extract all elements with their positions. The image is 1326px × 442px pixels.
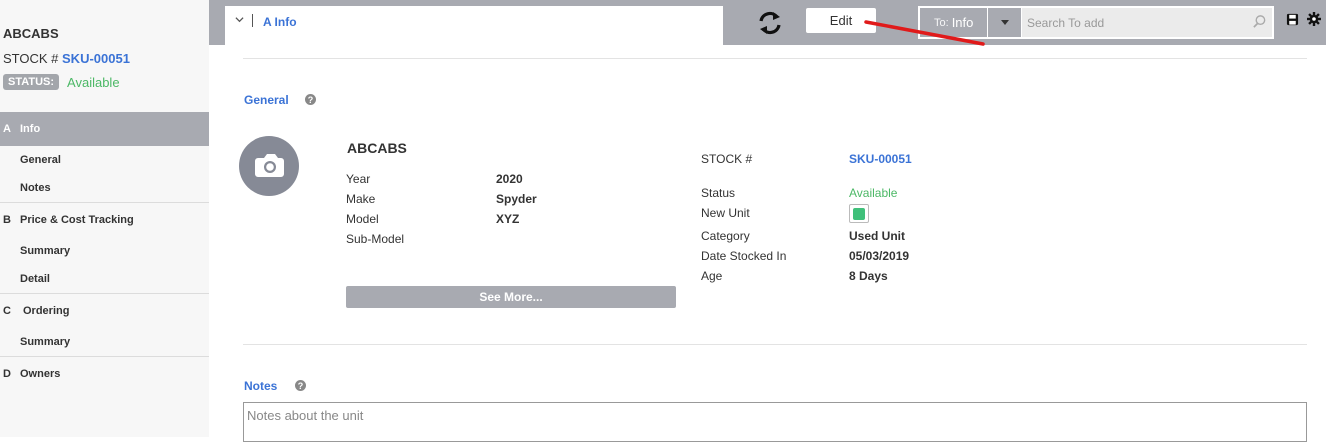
stock-line: STOCK # SKU-00051 (3, 51, 130, 66)
unit-name: ABCABS (3, 26, 59, 41)
nav-item-notes[interactable]: Notes (0, 174, 209, 202)
caret-down-icon (1000, 20, 1009, 25)
tab-separator (252, 14, 253, 27)
nav-label: Info (20, 123, 41, 135)
section-tab[interactable]: A Info (225, 6, 723, 45)
year-value: 2020 (496, 172, 523, 186)
sub-model-label: Sub-Model (346, 232, 405, 246)
to-value: Info (951, 15, 974, 30)
date-stocked-label: Date Stocked In (701, 249, 787, 263)
gear-icon[interactable] (1307, 12, 1321, 26)
save-icon[interactable] (1286, 13, 1299, 26)
nav-item-summary[interactable]: Summary (0, 237, 209, 265)
status-value: Available (849, 186, 898, 200)
to-prefix: To: (934, 16, 949, 29)
search-icon[interactable] (1252, 14, 1267, 29)
nav-item-general[interactable]: General (0, 146, 209, 174)
nav-item-detail[interactable]: Detail (0, 265, 209, 293)
tab-label[interactable]: A Info (263, 15, 297, 29)
unit-title: ABCABS (347, 140, 407, 156)
nav-label: Owners (20, 368, 61, 380)
edit-button[interactable]: Edit (806, 8, 876, 33)
status-badge: STATUS: (3, 74, 60, 90)
category-value: Used Unit (849, 229, 906, 243)
age-value: 8 Days (849, 269, 888, 283)
date-stocked-value: 05/03/2019 (849, 249, 910, 263)
nav-section-b: B Price & Cost Tracking Summary Detail (0, 203, 209, 294)
new-unit-checkbox[interactable] (849, 204, 869, 223)
nav-section-d: D Owners (0, 357, 209, 391)
make-label: Make (346, 192, 376, 206)
notes-section-title: Notes (244, 379, 278, 393)
help-icon[interactable]: ? (305, 94, 316, 105)
nav-item-ordering-summary[interactable]: Summary (0, 328, 209, 356)
divider (243, 344, 1307, 345)
nav-letter: C (3, 305, 11, 317)
general-section-title: General (244, 93, 289, 107)
nav-letter: D (3, 368, 11, 380)
nav-section-a: A Info General Notes (0, 112, 209, 203)
stock-label: STOCK # (701, 152, 753, 166)
add-search-bar: To: Info (918, 6, 1274, 39)
section-nav: A Info General Notes B Price & Cost Trac… (0, 112, 209, 391)
to-dropdown-button[interactable] (988, 8, 1021, 37)
see-more-button[interactable]: See More... (346, 286, 676, 308)
nav-section-ordering[interactable]: C Ordering (0, 294, 209, 328)
category-label: Category (701, 229, 750, 243)
nav-letter: A (3, 123, 11, 135)
checkbox-check (853, 207, 865, 220)
status-line: STATUS: Available (3, 74, 120, 90)
refresh-icon[interactable] (756, 9, 784, 37)
stock-value-link[interactable]: SKU-00051 (849, 152, 912, 166)
new-unit-label: New Unit (701, 206, 750, 220)
model-value: XYZ (496, 212, 520, 226)
camera-icon (255, 154, 284, 177)
status-value: Available (67, 74, 120, 90)
sidebar: ABCABS STOCK # SKU-00051 STATUS: Availab… (0, 0, 209, 437)
nav-section-owners[interactable]: D Owners (0, 357, 209, 391)
help-icon[interactable]: ? (295, 380, 306, 391)
nav-section-c: C Ordering Summary (0, 294, 209, 357)
year-label: Year (346, 172, 371, 186)
nav-label: Ordering (23, 305, 70, 317)
to-target-select[interactable]: To: Info (920, 8, 987, 37)
chevron-down-icon[interactable] (235, 15, 244, 27)
search-input[interactable] (1022, 8, 1272, 37)
nav-label: Price & Cost Tracking (20, 214, 134, 226)
stock-prefix: STOCK # (3, 51, 63, 66)
divider (243, 58, 1307, 59)
model-label: Model (346, 212, 379, 226)
nav-section-info[interactable]: A Info (0, 112, 209, 146)
notes-textarea[interactable] (243, 402, 1307, 442)
nav-section-price-cost[interactable]: B Price & Cost Tracking (0, 203, 209, 237)
age-label: Age (701, 269, 723, 283)
unit-photo[interactable] (239, 136, 299, 196)
status-label: Status (701, 186, 736, 200)
nav-letter: B (3, 214, 11, 226)
make-value: Spyder (496, 192, 537, 206)
stock-number-link[interactable]: SKU-00051 (62, 51, 130, 66)
